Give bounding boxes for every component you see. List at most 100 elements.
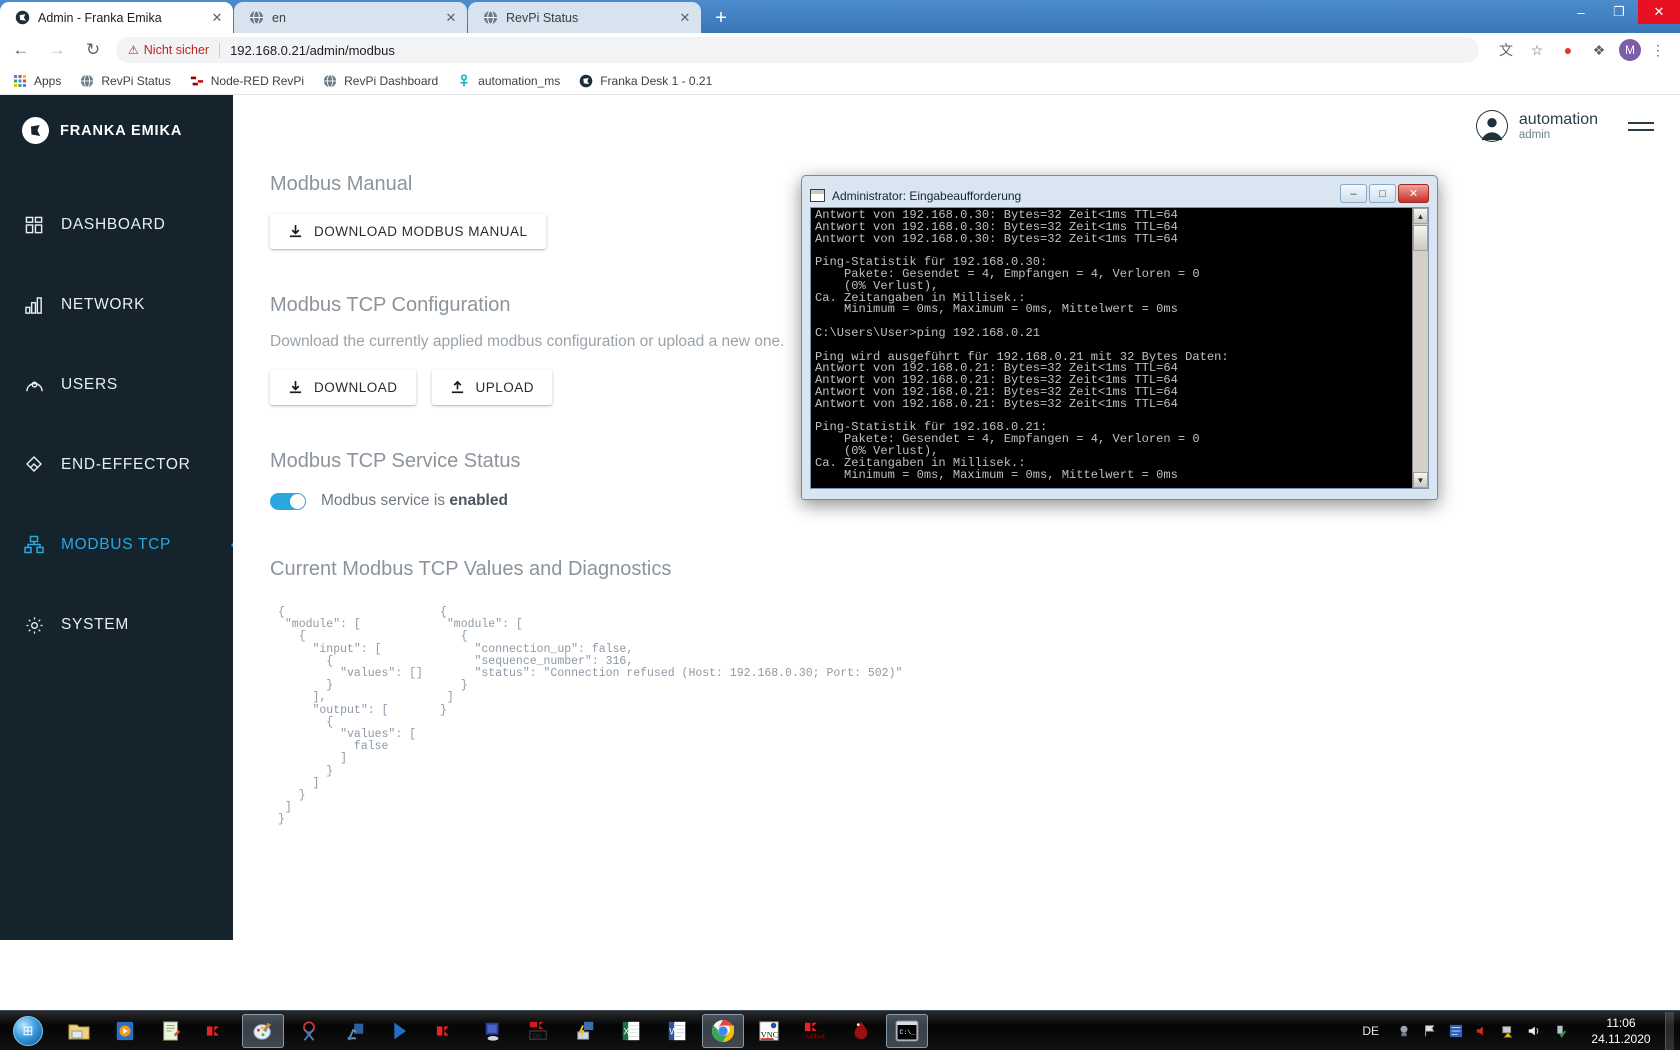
sidebar-item-users[interactable]: USERS xyxy=(0,345,233,425)
keyence-blue-icon[interactable] xyxy=(380,1014,422,1048)
paint-icon[interactable] xyxy=(242,1013,284,1048)
sidebar-item-dashboard[interactable]: DASHBOARD xyxy=(0,185,233,265)
device-config-icon[interactable] xyxy=(564,1014,606,1048)
user-name: automation xyxy=(1518,110,1598,128)
profile-avatar[interactable]: M xyxy=(1619,39,1641,61)
not-secure-badge[interactable]: ⚠ Nicht sicher xyxy=(128,43,209,57)
tab-strip: Admin - Franka Emika ✕ en ✕ RevPi Status… xyxy=(0,0,1680,33)
ide-icon[interactable]: DE xyxy=(518,1014,560,1048)
explorer-icon[interactable] xyxy=(58,1014,100,1048)
mute-speaker-icon[interactable] xyxy=(1472,1021,1492,1041)
forward-button[interactable]: → xyxy=(42,35,72,65)
bookmark-star-icon[interactable]: ☆ xyxy=(1523,36,1551,64)
bookmark-node-red-revpi[interactable]: Node-RED RevPi xyxy=(189,73,304,89)
extensions-puzzle-icon[interactable]: ❖ xyxy=(1585,36,1613,64)
bookmark-revpi-dashboard[interactable]: RevPi Dashboard xyxy=(322,73,438,89)
browser-tab-1[interactable]: en ✕ xyxy=(234,2,467,33)
command-prompt-icon[interactable]: C:\_ xyxy=(886,1013,928,1048)
svg-text:VNC: VNC xyxy=(761,1030,779,1039)
hamburger-line xyxy=(1628,128,1654,131)
word-icon[interactable]: W xyxy=(656,1014,698,1048)
flag-action-center-icon[interactable] xyxy=(1420,1021,1440,1041)
app-header: automation admin xyxy=(233,95,1680,157)
hamburger-icon[interactable] xyxy=(1628,117,1654,136)
bookmark-franka-desk[interactable]: Franka Desk 1 - 0.21 xyxy=(578,73,712,89)
translate-icon[interactable]: 文 xyxy=(1492,36,1520,64)
network-bars-icon xyxy=(22,293,46,317)
desktop-background xyxy=(0,940,1680,1010)
cmd-scrollbar[interactable]: ▲ ▼ xyxy=(1412,208,1428,488)
bookmark-revpi-status[interactable]: RevPi Status xyxy=(79,73,171,89)
download-modbus-manual-button[interactable]: DOWNLOAD MODBUS MANUAL xyxy=(270,214,546,249)
scrollbar-thumb[interactable] xyxy=(1413,225,1428,251)
tray-language-indicator[interactable]: DE xyxy=(1362,1024,1379,1038)
button-label: DOWNLOAD xyxy=(314,380,398,395)
tab-close-icon[interactable]: ✕ xyxy=(677,10,693,26)
chrome-icon[interactable] xyxy=(702,1013,744,1048)
windows-taskbar: ⊞ DE X W VNC ASTool C:\_ DE 11:06 24.11.… xyxy=(0,1010,1680,1050)
excel-icon[interactable]: X xyxy=(610,1014,652,1048)
keyence-red-icon[interactable] xyxy=(426,1014,468,1048)
bookmark-automation-ms[interactable]: automation_ms xyxy=(456,73,560,89)
sidebar-item-end-effector[interactable]: END-EFFECTOR xyxy=(0,425,233,505)
new-tab-button[interactable]: + xyxy=(706,5,736,31)
robot-studio-icon[interactable] xyxy=(334,1014,376,1048)
app-tray-icon[interactable] xyxy=(1446,1021,1466,1041)
user-menu[interactable]: automation admin xyxy=(1475,110,1598,142)
status-prefix: Modbus service is xyxy=(321,492,450,509)
section-diagnostics: Current Modbus TCP Values and Diagnostic… xyxy=(233,558,1680,847)
inkscape-icon[interactable] xyxy=(840,1014,882,1048)
bookmark-apps[interactable]: Apps xyxy=(12,73,61,89)
volume-icon[interactable] xyxy=(1524,1021,1544,1041)
back-button[interactable]: ← xyxy=(6,35,36,65)
window-close-button[interactable]: ✕ xyxy=(1638,0,1680,24)
globe-icon xyxy=(248,10,264,26)
upload-config-button[interactable]: UPLOAD xyxy=(431,370,553,405)
webcam-tray-icon[interactable] xyxy=(1394,1021,1414,1041)
keyence-icon[interactable] xyxy=(196,1014,238,1048)
remote-desktop-icon[interactable] xyxy=(472,1014,514,1048)
adblock-icon[interactable]: ● xyxy=(1554,36,1582,64)
address-bar[interactable]: ⚠ Nicht sicher 192.168.0.21/admin/modbus xyxy=(116,37,1479,63)
toolbar-actions: 文 ☆ ● ❖ M ⋮ xyxy=(1489,36,1680,64)
tab-close-icon[interactable]: ✕ xyxy=(443,10,459,26)
button-label: UPLOAD xyxy=(475,380,535,395)
window-controls: – ❐ ✕ xyxy=(1562,0,1680,30)
cmd-close-button[interactable]: ✕ xyxy=(1398,184,1429,203)
show-desktop-button[interactable] xyxy=(1665,1011,1674,1050)
command-prompt-window[interactable]: Administrator: Eingabeaufforderung – □ ✕… xyxy=(801,175,1438,500)
scroll-up-icon[interactable]: ▲ xyxy=(1413,208,1428,224)
sidebar-item-network[interactable]: NETWORK xyxy=(0,265,233,345)
start-button[interactable]: ⊞ xyxy=(2,1013,54,1049)
cmd-minimize-button[interactable]: – xyxy=(1340,184,1367,203)
keyence-as-icon[interactable]: ASTool xyxy=(794,1014,836,1048)
cmd-title-bar[interactable]: Administrator: Eingabeaufforderung – □ ✕ xyxy=(810,184,1429,207)
browser-tab-2[interactable]: RevPi Status ✕ xyxy=(468,2,701,33)
window-maximize-button[interactable]: ❐ xyxy=(1600,0,1638,24)
window-minimize-button[interactable]: – xyxy=(1562,0,1600,24)
sidebar-nav: DASHBOARD NETWORK USERS END-EFFECTOR MOD… xyxy=(0,185,242,665)
bookmark-label: Node-RED RevPi xyxy=(210,73,305,88)
windows-logo-icon: ⊞ xyxy=(13,1015,43,1046)
button-label: DOWNLOAD MODBUS MANUAL xyxy=(314,224,528,239)
snipping-tool-icon[interactable] xyxy=(288,1014,330,1048)
browser-tab-0[interactable]: Admin - Franka Emika ✕ xyxy=(0,2,233,33)
download-config-button[interactable]: DOWNLOAD xyxy=(270,370,416,405)
network-warning-icon[interactable] xyxy=(1498,1021,1518,1041)
taskbar-clock[interactable]: 11:06 24.11.2020 xyxy=(1585,1015,1657,1047)
scroll-down-icon[interactable]: ▼ xyxy=(1413,472,1428,488)
modbus-service-toggle[interactable] xyxy=(270,492,306,510)
sidebar-item-modbus-tcp[interactable]: MODBUS TCP xyxy=(0,505,242,585)
media-player-icon[interactable] xyxy=(104,1014,146,1048)
sidebar-item-system[interactable]: SYSTEM xyxy=(0,585,233,665)
tab-close-icon[interactable]: ✕ xyxy=(209,10,225,26)
svg-text:ASTool: ASTool xyxy=(805,1033,825,1040)
reload-button[interactable]: ↻ xyxy=(78,35,108,65)
tab-title: RevPi Status xyxy=(506,10,579,25)
notepad-icon[interactable] xyxy=(150,1014,192,1048)
chrome-menu-icon[interactable]: ⋮ xyxy=(1644,36,1672,64)
cmd-console-body[interactable]: Antwort von 192.168.0.30: Bytes=32 Zeit<… xyxy=(810,207,1429,489)
usb-safe-remove-icon[interactable] xyxy=(1550,1021,1570,1041)
cmd-maximize-button[interactable]: □ xyxy=(1369,184,1396,203)
vnc-viewer-icon[interactable]: VNC xyxy=(748,1014,790,1048)
